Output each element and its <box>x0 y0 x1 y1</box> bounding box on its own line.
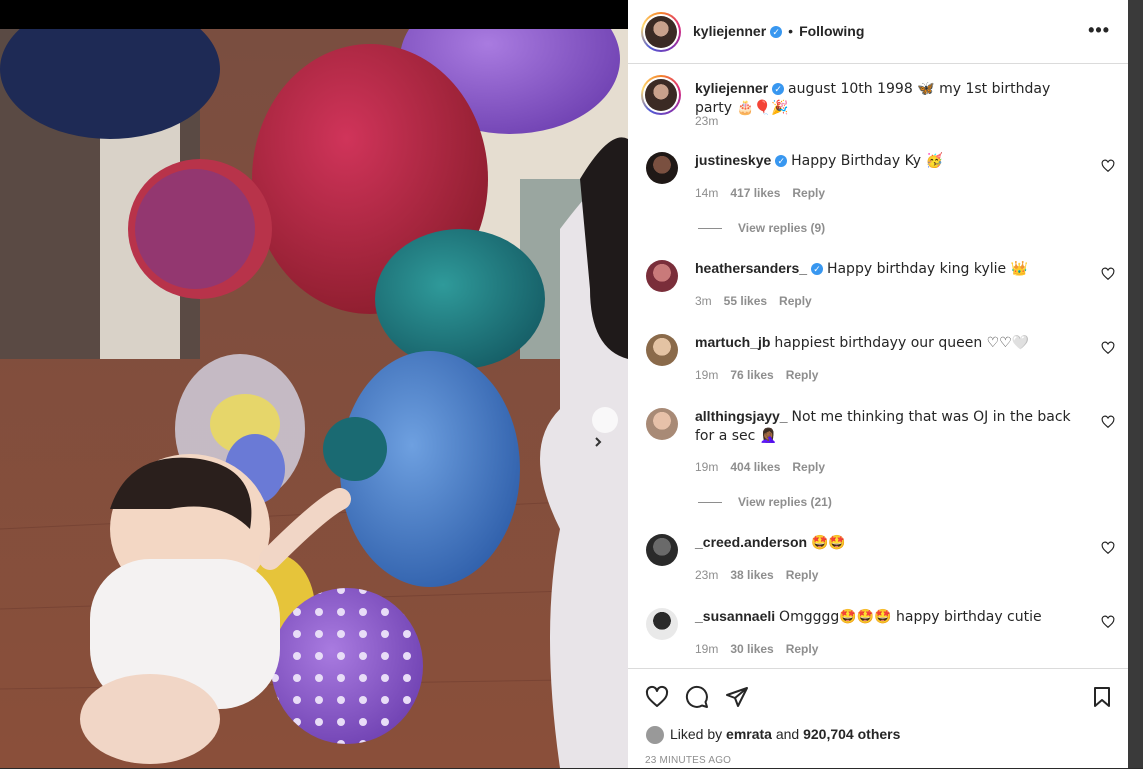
comment-likes[interactable]: 76 likes <box>730 368 773 382</box>
liked-by-user[interactable]: emrata <box>726 726 772 742</box>
next-photo-button[interactable] <box>592 407 618 447</box>
comment-meta: 19m 76 likes Reply <box>695 368 818 382</box>
more-options-icon[interactable]: ••• <box>1088 20 1110 41</box>
comment-avatar[interactable] <box>646 334 678 366</box>
like-comment-heart-icon[interactable] <box>1101 341 1115 355</box>
comment-avatar[interactable] <box>646 152 678 184</box>
like-comment-heart-icon[interactable] <box>1101 415 1115 429</box>
view-replies-button[interactable]: View replies (21) <box>698 495 832 509</box>
comment-username[interactable]: martuch_jb <box>695 334 770 350</box>
bookmark-icon[interactable] <box>1090 685 1114 709</box>
comment-age: 3m <box>695 294 712 308</box>
reply-button[interactable]: Reply <box>786 368 819 382</box>
divider-line <box>698 228 722 230</box>
comment-body: _creed.anderson 🤩🤩 <box>695 533 1085 552</box>
verified-badge-icon: ✓ <box>770 26 783 39</box>
comment-meta: 19m 404 likes Reply <box>695 460 825 474</box>
comment-username[interactable]: _susannaeli <box>695 608 775 624</box>
liker-avatar[interactable] <box>646 726 664 745</box>
like-comment-heart-icon[interactable] <box>1101 541 1115 555</box>
comment-text: Omgggg🤩🤩🤩 happy birthday cutie <box>779 609 1042 625</box>
reply-button[interactable]: Reply <box>786 642 819 656</box>
like-comment-heart-icon[interactable] <box>1101 615 1115 629</box>
comment-avatar[interactable] <box>646 260 678 292</box>
comment-meta: 23m 38 likes Reply <box>695 568 818 582</box>
post-details-panel: kyliejenner ✓ • Following ••• kyliejenner ✓ … <box>628 0 1128 768</box>
post-actions-bar <box>628 668 1128 769</box>
comment-likes[interactable]: 55 likes <box>724 294 767 308</box>
comment-meta: 19m 30 likes Reply <box>695 642 818 656</box>
likes-count[interactable]: 920,704 others <box>803 726 900 742</box>
caption-avatar[interactable] <box>641 75 681 115</box>
comment-username[interactable]: heathersanders_ <box>695 260 807 276</box>
comment-age: 19m <box>695 642 719 656</box>
comment-username[interactable]: allthingsjayy_ <box>695 408 788 424</box>
comment-avatar[interactable] <box>646 408 678 440</box>
author-avatar[interactable] <box>641 12 681 52</box>
liked-by-and: and <box>775 726 800 742</box>
follow-button[interactable]: Following <box>799 23 864 39</box>
comment-age: 23m <box>695 568 719 582</box>
reply-button[interactable]: Reply <box>792 186 825 200</box>
comment-icon[interactable] <box>685 685 709 709</box>
divider-line <box>698 502 722 504</box>
like-comment-heart-icon[interactable] <box>1101 159 1115 173</box>
verified-badge-icon: ✓ <box>811 263 824 276</box>
comments-list[interactable]: kyliejenner ✓ august 10th 1998 🦋 my 1st b… <box>628 64 1128 668</box>
comment-likes[interactable]: 38 likes <box>730 568 773 582</box>
comment-text: 🤩🤩 <box>810 535 846 551</box>
post-header: kyliejenner ✓ • Following ••• <box>628 0 1128 64</box>
view-replies-label[interactable]: View replies (9) <box>738 221 825 235</box>
caption: kyliejenner ✓ august 10th 1998 🦋 my 1st b… <box>695 79 1085 117</box>
comment-body: martuch_jb happiest birthdayy our queen … <box>695 333 1085 352</box>
like-comment-heart-icon[interactable] <box>1101 267 1115 281</box>
comment-likes[interactable]: 30 likes <box>730 642 773 656</box>
author-username[interactable]: kyliejenner <box>693 23 766 39</box>
photo-top-bar <box>0 0 628 29</box>
view-replies-button[interactable]: View replies (9) <box>698 221 825 235</box>
comment-text: Happy birthday king kylie 👑 <box>826 261 1029 277</box>
comment-body: _susannaeli Omgggg🤩🤩🤩 happy birthday cut… <box>695 607 1085 626</box>
header-user: kyliejenner ✓ • Following <box>693 23 864 39</box>
photo-image <box>0 29 628 768</box>
comment-body: allthingsjayy_ Not me thinking that was … <box>695 407 1085 445</box>
liked-by-prefix: Liked by <box>670 726 723 742</box>
comment-text: Happy Birthday Ky 🥳 <box>791 153 943 169</box>
comment-age: 19m <box>695 368 719 382</box>
comment-meta: 3m 55 likes Reply <box>695 294 812 308</box>
reply-button[interactable]: Reply <box>779 294 812 308</box>
comment-meta: 14m 417 likes Reply <box>695 186 825 200</box>
comment-age: 14m <box>695 186 719 200</box>
reply-button[interactable]: Reply <box>792 460 825 474</box>
heart-icon[interactable] <box>645 685 669 709</box>
comment-username[interactable]: _creed.anderson <box>695 534 807 550</box>
post-photo <box>0 0 628 768</box>
liked-by-summary: Liked by emrata and 920,704 others <box>646 726 900 745</box>
comment-text: happiest birthdayy our queen ♡♡🤍 <box>774 335 1030 351</box>
comment-likes[interactable]: 404 likes <box>730 460 780 474</box>
comment-body: justineskye ✓ Happy Birthday Ky 🥳 <box>695 151 1085 170</box>
view-replies-label[interactable]: View replies (21) <box>738 495 832 509</box>
window-edge <box>1128 0 1143 768</box>
separator-dot: • <box>788 23 794 39</box>
verified-badge-icon: ✓ <box>772 83 785 96</box>
verified-badge-icon: ✓ <box>775 155 788 168</box>
reply-button[interactable]: Reply <box>786 568 819 582</box>
comment-age: 19m <box>695 460 719 474</box>
caption-username[interactable]: kyliejenner <box>695 80 768 96</box>
comment-body: heathersanders_ ✓ Happy birthday king kyl… <box>695 259 1085 278</box>
comment-username[interactable]: justineskye <box>695 152 771 168</box>
comment-avatar[interactable] <box>646 534 678 566</box>
comment-likes[interactable]: 417 likes <box>730 186 780 200</box>
caption-age: 23m <box>695 114 719 128</box>
comment-avatar[interactable] <box>646 608 678 640</box>
paper-plane-icon[interactable] <box>725 685 749 709</box>
post-timestamp[interactable]: 23 MINUTES AGO <box>645 755 731 766</box>
